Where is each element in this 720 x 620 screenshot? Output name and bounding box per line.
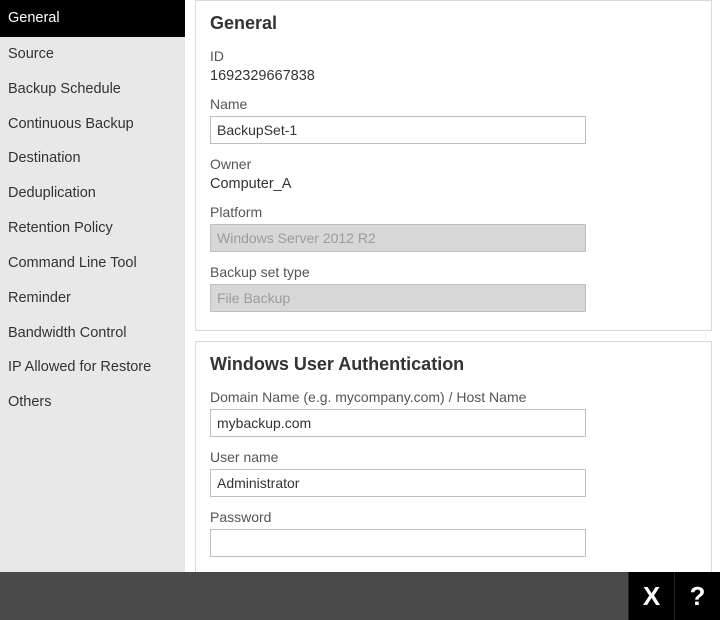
- name-label: Name: [210, 96, 697, 112]
- sidebar-item-command-line-tool[interactable]: Command Line Tool: [0, 246, 185, 281]
- platform-label: Platform: [210, 204, 697, 220]
- domain-label: Domain Name (e.g. mycompany.com) / Host …: [210, 389, 697, 405]
- auth-panel: Windows User Authentication Domain Name …: [195, 341, 712, 572]
- backup-set-type-input: [210, 284, 586, 312]
- sidebar-item-backup-schedule[interactable]: Backup Schedule: [0, 72, 185, 107]
- close-button[interactable]: X: [628, 572, 674, 620]
- owner-value: Computer_A: [210, 176, 697, 192]
- general-title: General: [210, 13, 697, 34]
- close-icon: X: [643, 581, 660, 612]
- password-label: Password: [210, 509, 697, 525]
- backup-set-type-label: Backup set type: [210, 264, 697, 280]
- footer-bar: X ?: [0, 572, 720, 620]
- auth-title: Windows User Authentication: [210, 354, 697, 375]
- sidebar-item-retention-policy[interactable]: Retention Policy: [0, 211, 185, 246]
- username-label: User name: [210, 449, 697, 465]
- sidebar-item-destination[interactable]: Destination: [0, 141, 185, 176]
- owner-label: Owner: [210, 156, 697, 172]
- general-panel: General ID 1692329667838 Name Owner Comp…: [195, 0, 712, 331]
- password-input[interactable]: [210, 529, 586, 557]
- help-button[interactable]: ?: [674, 572, 720, 620]
- sidebar-item-bandwidth-control[interactable]: Bandwidth Control: [0, 316, 185, 351]
- sidebar: General Source Backup Schedule Continuou…: [0, 0, 185, 572]
- platform-input: [210, 224, 586, 252]
- name-input[interactable]: [210, 116, 586, 144]
- username-input[interactable]: [210, 469, 586, 497]
- domain-input[interactable]: [210, 409, 586, 437]
- sidebar-item-reminder[interactable]: Reminder: [0, 281, 185, 316]
- sidebar-item-general[interactable]: General: [0, 0, 185, 37]
- sidebar-item-ip-allowed-restore[interactable]: IP Allowed for Restore: [0, 350, 185, 385]
- id-label: ID: [210, 48, 697, 64]
- sidebar-item-deduplication[interactable]: Deduplication: [0, 176, 185, 211]
- sidebar-item-continuous-backup[interactable]: Continuous Backup: [0, 107, 185, 142]
- sidebar-item-others[interactable]: Others: [0, 385, 185, 420]
- sidebar-item-source[interactable]: Source: [0, 37, 185, 72]
- help-icon: ?: [690, 581, 706, 612]
- main-content: General ID 1692329667838 Name Owner Comp…: [185, 0, 720, 572]
- id-value: 1692329667838: [210, 68, 697, 84]
